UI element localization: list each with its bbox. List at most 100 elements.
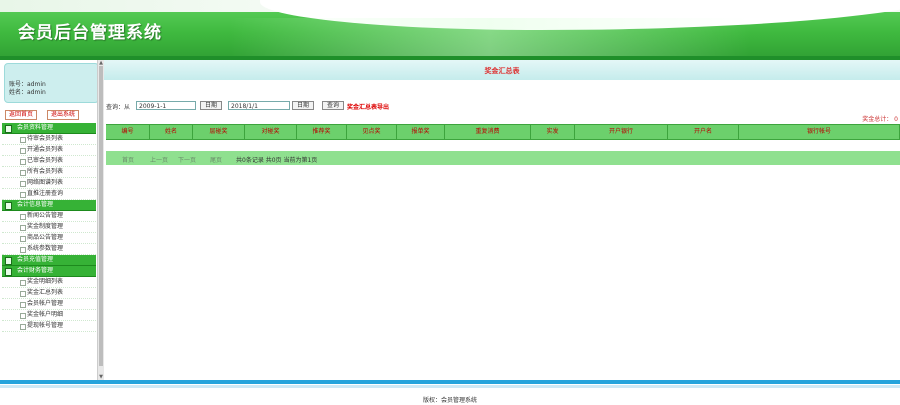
menu-item[interactable]: 所有会员列表	[2, 167, 96, 178]
prev-page-link[interactable]: 上一页	[150, 155, 168, 164]
menu-item-label: 新闻公告管理	[27, 212, 64, 219]
menu-item[interactable]: 提现帐号管理	[2, 321, 96, 332]
column-header: 见点奖	[347, 125, 397, 139]
filter-bar: 查询：从 2009-1-1 日期 2018/1/1 日期 查询 奖金汇总表导出	[104, 100, 900, 112]
menu-item-label: 网络图谱列表	[27, 179, 64, 186]
column-header: 层碰奖	[193, 125, 245, 139]
menu-bullet-icon	[20, 192, 26, 198]
to-date-input[interactable]: 2018/1/1	[228, 101, 290, 110]
menu-item-label: 奖金明细列表	[27, 278, 64, 285]
menu-item[interactable]: 奖金帐户明细	[2, 310, 96, 321]
column-header: 开户名	[668, 125, 739, 139]
menu-bullet-icon	[20, 225, 26, 231]
menu-item[interactable]: 商品公告管理	[2, 233, 96, 244]
menu-group[interactable]: 会计财务管理	[2, 266, 96, 277]
column-header: 编号	[106, 125, 150, 139]
first-page-link[interactable]: 首页	[122, 155, 134, 164]
menu-item[interactable]: 开通会员列表	[2, 145, 96, 156]
menu-bullet-icon	[20, 302, 26, 308]
column-header: 重复消费	[445, 125, 531, 139]
menu-group-label: 会计财务管理	[17, 267, 54, 274]
menu-group-label: 会员资料管理	[17, 124, 54, 131]
menu-item-label: 奖金汇总列表	[27, 289, 64, 296]
menu-bullet-icon	[20, 159, 26, 165]
bonus-total: 奖金总计： 0	[862, 116, 898, 123]
column-header: 银行帐号	[739, 125, 900, 139]
table-header-row: 编号 姓名 层碰奖 对碰奖 推荐奖 见点奖 报单奖 重复消费 实发 开户银行 开户名 银行帐号	[106, 124, 900, 140]
left-panel: 账号：admin 姓名：admin 返回首页 退出系统 会员资料管理待审会员列表…	[0, 60, 104, 380]
menu-bullet-icon	[20, 247, 26, 253]
menu-item[interactable]: 奖金明细列表	[2, 277, 96, 288]
folder-icon	[5, 257, 12, 265]
menu-item-label: 会员帐户管理	[27, 300, 64, 307]
menu-group[interactable]: 会员资料管理	[2, 123, 96, 134]
menu-item[interactable]: 系统参数管理	[2, 244, 96, 255]
menu-item-label: 开通会员列表	[27, 146, 64, 153]
menu-item[interactable]: 奖金汇总列表	[2, 288, 96, 299]
page-title-bar: 奖金汇总表	[104, 60, 900, 80]
main-content: 奖金汇总表 查询：从 2009-1-1 日期 2018/1/1 日期 查询 奖金…	[104, 60, 900, 380]
menu-item[interactable]: 待审会员列表	[2, 134, 96, 145]
last-page-link[interactable]: 尾页	[210, 155, 222, 164]
column-header: 推荐奖	[297, 125, 347, 139]
user-name: 姓名：admin	[9, 89, 46, 96]
menu-item-label: 提现帐号管理	[27, 322, 64, 329]
sidebar-menu: 会员资料管理待审会员列表 开通会员列表 已审会员列表 所有会员列表 网络图谱列表 直推注册…	[2, 123, 96, 332]
user-info-box: 账号：admin 姓名：admin	[4, 63, 99, 103]
page-info: 共0条记录 共0页 当前为第1页	[236, 157, 318, 164]
menu-bullet-icon	[20, 236, 26, 242]
menu-item[interactable]: 会员帐户管理	[2, 299, 96, 310]
column-header: 开户银行	[575, 125, 668, 139]
sidebar-scrollbar[interactable]: ▲ ▼	[97, 60, 104, 380]
menu-item-label: 直推注册查询	[27, 190, 64, 197]
menu-item[interactable]: 网络图谱列表	[2, 178, 96, 189]
folder-icon	[5, 268, 12, 276]
menu-bullet-icon	[20, 324, 26, 330]
menu-item[interactable]: 已审会员列表	[2, 156, 96, 167]
menu-group[interactable]: 会员充值管理	[2, 255, 96, 266]
to-date-button[interactable]: 日期	[292, 101, 315, 110]
app-header: 会员后台管理系统	[0, 0, 900, 60]
export-link[interactable]: 奖金汇总表导出	[347, 102, 389, 111]
menu-item-label: 奖金帐户明细	[27, 311, 64, 318]
footer-line-light	[0, 385, 900, 388]
menu-bullet-icon	[20, 280, 26, 286]
menu-group-label: 会员充值管理	[17, 256, 54, 263]
menu-item-label: 待审会员列表	[27, 135, 64, 142]
folder-icon	[5, 125, 12, 133]
logout-button[interactable]: 退出系统	[47, 110, 80, 120]
scrollbar-thumb[interactable]	[99, 66, 103, 366]
query-button[interactable]: 查询	[322, 101, 345, 110]
left-button-row: 返回首页 退出系统	[5, 110, 97, 120]
footer-copyright: 版权：会员管理系统	[422, 397, 477, 404]
page-title: 奖金汇总表	[484, 67, 520, 75]
menu-bullet-icon	[20, 181, 26, 187]
menu-item[interactable]: 新闻公告管理	[2, 211, 96, 222]
menu-item[interactable]: 奖金制度管理	[2, 222, 96, 233]
from-date-input[interactable]: 2009-1-1	[136, 101, 196, 110]
menu-item-label: 已审会员列表	[27, 157, 64, 164]
header-glow	[230, 18, 750, 56]
menu-group-label: 会计信息管理	[17, 201, 54, 208]
column-header: 实发	[531, 125, 575, 139]
menu-group[interactable]: 会计信息管理	[2, 200, 96, 211]
pagination-bar: 首页 上一页 下一页 尾页 共0条记录 共0页 当前为第1页	[106, 151, 900, 165]
menu-bullet-icon	[20, 313, 26, 319]
menu-bullet-icon	[20, 214, 26, 220]
next-page-link[interactable]: 下一页	[178, 155, 196, 164]
column-header: 对碰奖	[245, 125, 297, 139]
menu-item-label: 商品公告管理	[27, 234, 64, 241]
folder-icon	[5, 202, 12, 210]
app-footer: 版权：会员管理系统	[0, 380, 900, 405]
footer-line	[0, 380, 900, 384]
menu-item-label: 系统参数管理	[27, 245, 64, 252]
filter-label: 查询：从	[106, 104, 131, 111]
menu-bullet-icon	[20, 148, 26, 154]
home-button[interactable]: 返回首页	[5, 110, 38, 120]
column-header: 报单奖	[397, 125, 445, 139]
menu-item[interactable]: 直推注册查询	[2, 189, 96, 200]
menu-bullet-icon	[20, 291, 26, 297]
app-title: 会员后台管理系统	[18, 23, 162, 43]
menu-item-label: 所有会员列表	[27, 168, 64, 175]
from-date-button[interactable]: 日期	[200, 101, 223, 110]
